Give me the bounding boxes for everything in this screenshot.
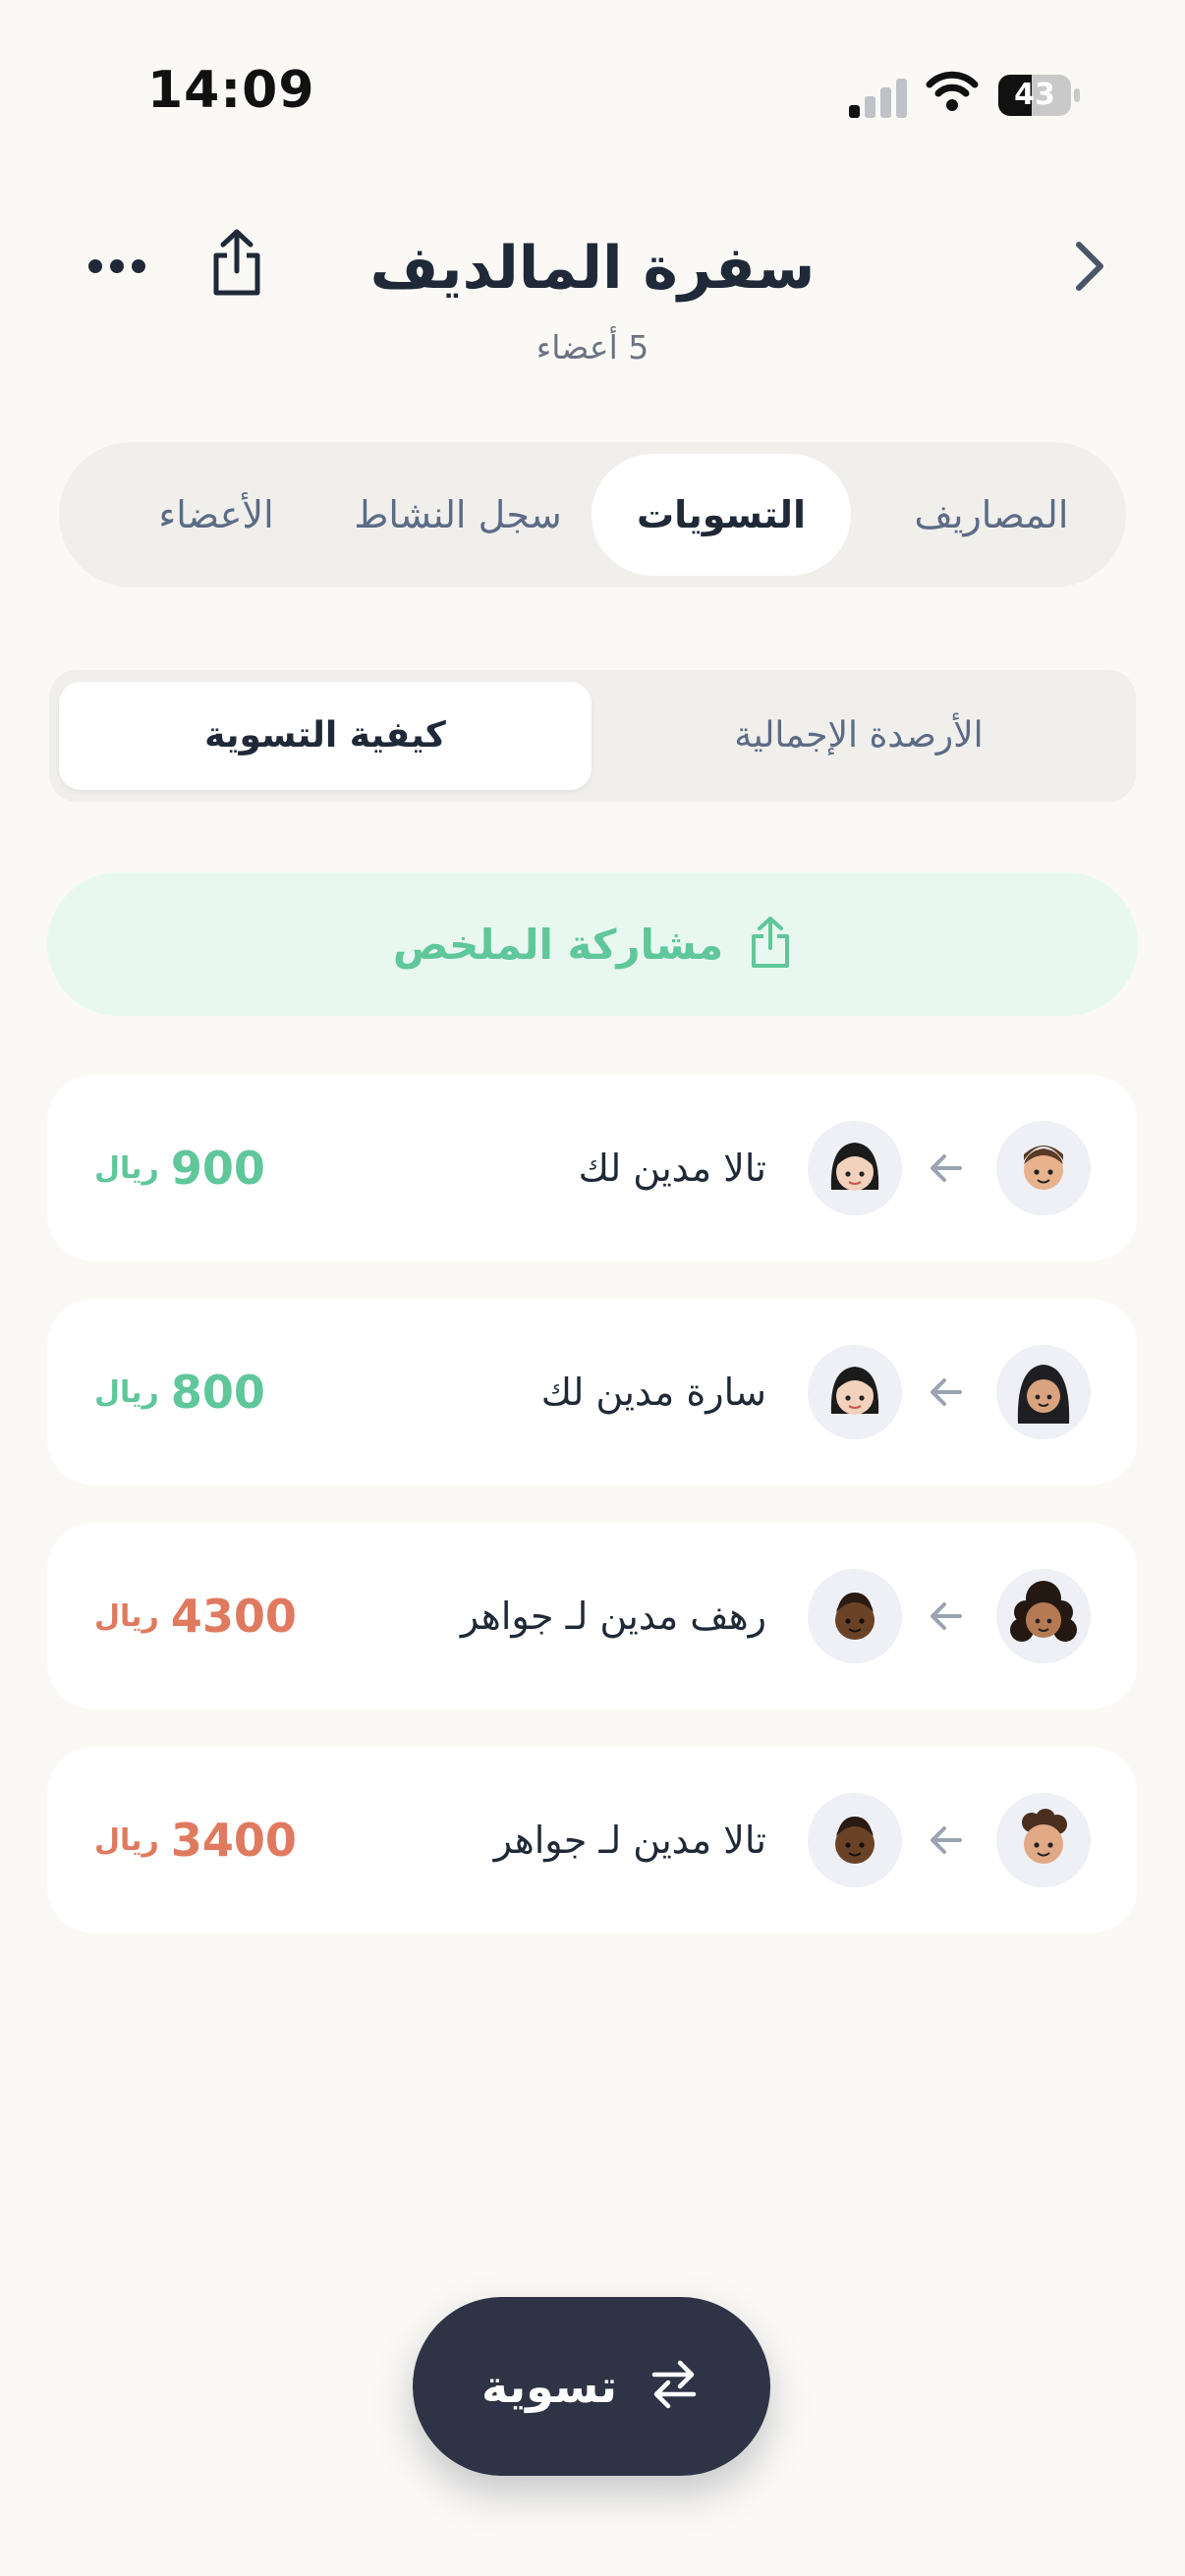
currency-label: ريال xyxy=(94,1598,159,1634)
amount-value: 4300 xyxy=(170,1590,297,1643)
settle-button-label: تسوية xyxy=(480,2360,618,2413)
arrow-left-icon xyxy=(925,1372,966,1413)
settlement-description: سارة مدين لك xyxy=(540,1371,766,1414)
page-title: سفرة المالديف xyxy=(369,234,816,303)
creditor-avatar xyxy=(808,1569,902,1663)
settlement-amount: ريال 900 xyxy=(94,1075,265,1261)
arrow-left-icon xyxy=(925,1820,966,1861)
share-icon[interactable] xyxy=(202,228,271,297)
balance-view-toggle: الأرصدة الإجمالية كيفية التسوية xyxy=(49,670,1136,802)
amount-value: 800 xyxy=(170,1366,265,1419)
status-time: 14:09 xyxy=(147,61,315,120)
settlement-amount: ريال 4300 xyxy=(94,1523,297,1709)
currency-label: ريال xyxy=(94,1822,159,1858)
cellular-signal-icon xyxy=(849,77,908,118)
settle-button[interactable]: تسوية xyxy=(413,2297,770,2476)
debtor-avatar xyxy=(996,1569,1091,1663)
settlement-description: رهف مدين لـ جواهر xyxy=(460,1595,766,1638)
arrow-left-icon xyxy=(925,1596,966,1637)
settlement-row[interactable]: تالا مدين لـ جواهر ريال 3400 xyxy=(47,1747,1138,1933)
debtor-avatar xyxy=(996,1345,1091,1439)
battery-level: 43 xyxy=(1014,78,1055,112)
settlement-description: تالا مدين لـ جواهر xyxy=(493,1819,766,1862)
amount-value: 3400 xyxy=(170,1814,297,1867)
tab-settlements[interactable]: التسويات xyxy=(592,454,851,576)
settlement-description: تالا مدين لك xyxy=(578,1147,766,1190)
settlement-amount: ريال 3400 xyxy=(94,1747,297,1933)
members-count: 5 أعضاء xyxy=(536,328,649,366)
swap-arrows-icon xyxy=(647,2357,702,2416)
settlement-row[interactable]: سارة مدين لك ريال 800 xyxy=(47,1299,1138,1485)
share-summary-label: مشاركة الملخص xyxy=(392,920,724,969)
creditor-avatar xyxy=(808,1345,902,1439)
arrow-left-icon xyxy=(925,1148,966,1189)
creditor-avatar xyxy=(808,1793,902,1887)
tab-activity-log[interactable]: سجل النشاط xyxy=(336,454,580,576)
section-tabs: المصاريف التسويات سجل النشاط الأعضاء xyxy=(59,442,1126,588)
settlement-row[interactable]: تالا مدين لك ريال 900 xyxy=(47,1075,1138,1261)
tab-members[interactable]: الأعضاء xyxy=(108,454,324,576)
more-options-icon[interactable] xyxy=(83,232,151,301)
share-summary-button[interactable]: مشاركة الملخص xyxy=(47,872,1138,1016)
currency-label: ريال xyxy=(94,1150,159,1186)
debtor-avatar xyxy=(996,1793,1091,1887)
currency-label: ريال xyxy=(94,1374,159,1410)
wifi-icon xyxy=(926,69,979,112)
creditor-avatar xyxy=(808,1121,902,1215)
total-balances-option[interactable]: الأرصدة الإجمالية xyxy=(593,682,1124,790)
how-to-settle-option[interactable]: كيفية التسوية xyxy=(59,682,592,790)
debtor-avatar xyxy=(996,1121,1091,1215)
battery-icon: 43 xyxy=(998,75,1081,116)
settlement-amount: ريال 800 xyxy=(94,1299,265,1485)
back-chevron-icon[interactable] xyxy=(1055,232,1124,301)
settlement-row[interactable]: رهف مدين لـ جواهر ريال 4300 xyxy=(47,1523,1138,1709)
amount-value: 900 xyxy=(170,1142,265,1195)
tab-expenses[interactable]: المصاريف xyxy=(867,454,1116,576)
share-summary-icon xyxy=(749,916,792,973)
